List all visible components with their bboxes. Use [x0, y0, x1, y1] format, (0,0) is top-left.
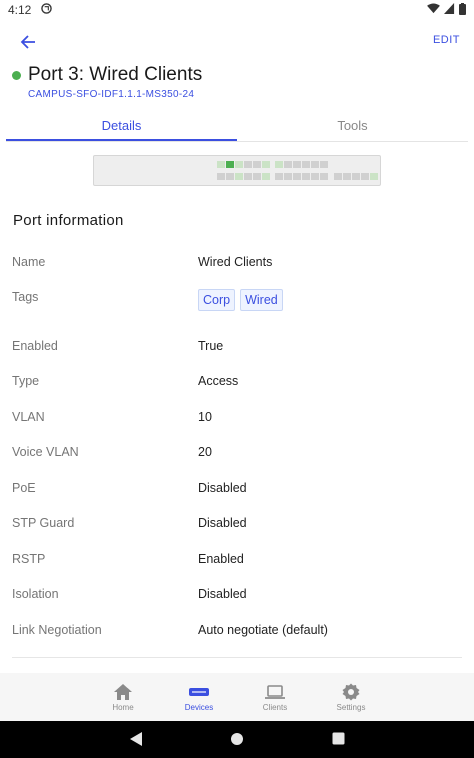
switch-port	[352, 173, 360, 180]
row-value: 20	[198, 445, 212, 459]
switch-port	[253, 173, 261, 180]
row-value: Enabled	[198, 552, 244, 566]
tab-bar: Details Tools	[6, 113, 468, 142]
row-label: Enabled	[12, 339, 58, 353]
row-label: VLAN	[12, 410, 45, 424]
nav-devices[interactable]: Devices	[167, 681, 231, 712]
nav-label: Clients	[262, 703, 288, 712]
tag-chip[interactable]: Wired	[240, 289, 283, 311]
tab-details[interactable]: Details	[6, 113, 237, 141]
notification-icon	[41, 3, 53, 17]
switch-illustration	[93, 155, 381, 186]
switch-port	[284, 173, 292, 180]
arrow-left-icon	[20, 35, 35, 49]
status-time: 4:12	[8, 3, 32, 17]
system-nav-bar	[0, 721, 474, 758]
switch-port	[262, 173, 270, 180]
switch-port	[226, 161, 234, 168]
row-value: Wired Clients	[198, 255, 273, 269]
bottom-nav: Home Devices Clients Settings	[0, 673, 474, 721]
circle-home-icon	[231, 733, 243, 745]
switch-port	[343, 173, 351, 180]
tag-list: Corp Wired	[198, 289, 288, 311]
switch-port	[275, 173, 283, 180]
row-value: 10	[198, 410, 212, 424]
switch-port	[235, 161, 243, 168]
row-value: Disabled	[198, 481, 247, 495]
nav-settings[interactable]: Settings	[319, 681, 383, 712]
row-value: Disabled	[198, 587, 247, 601]
status-bar: 4:12	[0, 0, 474, 20]
switch-port	[244, 173, 252, 180]
devices-icon	[167, 681, 231, 703]
switch-port	[217, 161, 225, 168]
edit-button[interactable]: EDIT	[433, 34, 460, 46]
switch-port	[311, 173, 319, 180]
switch-port	[235, 173, 243, 180]
home-icon	[91, 681, 155, 703]
nav-label: Devices	[184, 703, 214, 712]
row-label: STP Guard	[12, 516, 75, 530]
title-row: Port 3: Wired Clients	[12, 64, 202, 86]
device-link[interactable]: CAMPUS-SFO-IDF1.1.1-MS350-24	[28, 89, 194, 100]
switch-port	[226, 173, 234, 180]
row-value: Auto negotiate (default)	[198, 623, 328, 637]
triangle-back-icon	[130, 732, 142, 746]
row-label: Voice VLAN	[12, 445, 79, 459]
row-label: RSTP	[12, 552, 46, 566]
nav-label: Home	[112, 703, 134, 712]
battery-icon	[459, 2, 466, 18]
signal-icon	[444, 3, 455, 17]
switch-port	[320, 161, 328, 168]
switch-port	[302, 173, 310, 180]
row-value: Disabled	[198, 516, 247, 530]
row-label: Tags	[12, 290, 39, 304]
switch-port	[284, 161, 292, 168]
row-label: Isolation	[12, 587, 59, 601]
switch-port	[217, 173, 225, 180]
app-bar: EDIT	[0, 28, 474, 56]
switch-port	[293, 173, 301, 180]
row-value: Access	[198, 374, 239, 388]
divider	[12, 657, 462, 658]
switch-port	[275, 161, 283, 168]
tab-tools[interactable]: Tools	[237, 113, 468, 141]
row-label: PoE	[12, 481, 36, 495]
switch-port	[302, 161, 310, 168]
switch-port	[370, 173, 378, 180]
row-label: Name	[12, 255, 46, 269]
nav-clients[interactable]: Clients	[243, 681, 307, 712]
switch-port	[311, 161, 319, 168]
nav-home[interactable]: Home	[91, 681, 155, 712]
tag-chip[interactable]: Corp	[198, 289, 236, 311]
switch-port	[262, 161, 270, 168]
nav-label: Settings	[336, 703, 366, 712]
row-label: Type	[12, 374, 40, 388]
laptop-icon	[243, 681, 307, 703]
switch-port	[293, 161, 301, 168]
wifi-icon	[427, 3, 440, 17]
square-recents-icon	[332, 732, 345, 745]
switch-port	[334, 173, 342, 180]
section-title: Port information	[13, 212, 124, 229]
switch-port	[253, 161, 261, 168]
switch-port	[244, 161, 252, 168]
row-value: True	[198, 339, 224, 353]
page-title: Port 3: Wired Clients	[28, 64, 203, 85]
system-home-button[interactable]	[230, 732, 244, 751]
back-button[interactable]	[14, 30, 42, 54]
port-status-dot	[12, 70, 21, 80]
system-back-button[interactable]	[129, 731, 143, 752]
gear-icon	[319, 681, 383, 703]
switch-port	[361, 173, 369, 180]
system-recents-button[interactable]	[332, 732, 345, 750]
row-label: Link Negotiation	[12, 623, 102, 637]
switch-port	[320, 173, 328, 180]
